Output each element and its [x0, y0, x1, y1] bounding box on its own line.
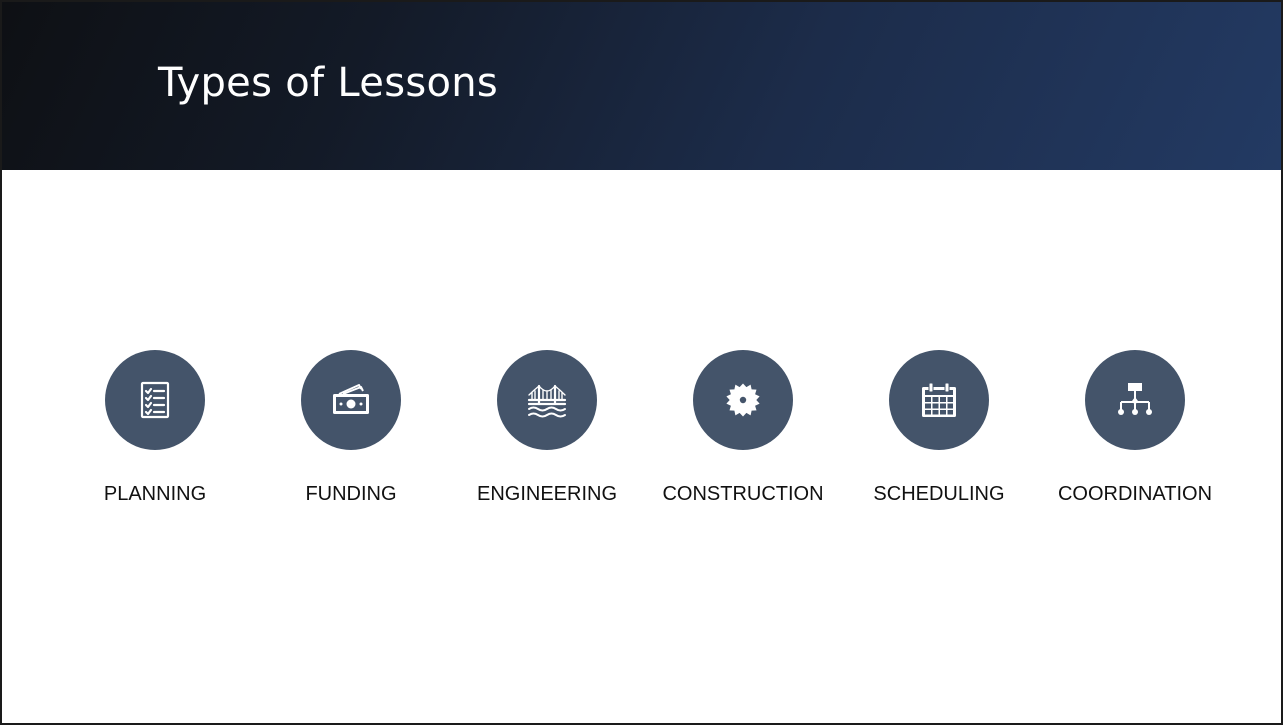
lesson-label: FUNDING [305, 483, 397, 505]
lesson-label: COORDINATION [1057, 483, 1213, 505]
money-icon [333, 384, 369, 414]
lesson-label: ENGINEERING [476, 483, 618, 505]
slide-title: Types of Lessons [158, 60, 499, 106]
coordination-icon-circle [1085, 350, 1185, 450]
lesson-scheduling: SCHEDULING [844, 350, 1034, 520]
lesson-planning: PLANNING [60, 350, 250, 520]
planning-icon-circle [105, 350, 205, 450]
slide: Types of Lessons PLANNING FUNDING ENGINE… [0, 0, 1283, 725]
funding-icon-circle [301, 350, 401, 450]
construction-icon-circle [693, 350, 793, 450]
calendar-icon [922, 382, 956, 417]
checklist-icon [140, 381, 170, 419]
lesson-construction: CONSTRUCTION [648, 350, 838, 520]
lesson-label: CONSTRUCTION [662, 483, 824, 505]
org-chart-icon [1118, 383, 1152, 415]
lesson-coordination: COORDINATION [1040, 350, 1230, 520]
scheduling-icon-circle [889, 350, 989, 450]
lesson-label: SCHEDULING [873, 483, 1005, 505]
saw-blade-icon [726, 383, 760, 417]
lesson-label: PLANNING [103, 483, 207, 505]
bridge-icon [527, 384, 567, 418]
lesson-engineering: ENGINEERING [452, 350, 642, 520]
title-banner: Types of Lessons [2, 2, 1281, 170]
engineering-icon-circle [497, 350, 597, 450]
lesson-funding: FUNDING [256, 350, 446, 520]
